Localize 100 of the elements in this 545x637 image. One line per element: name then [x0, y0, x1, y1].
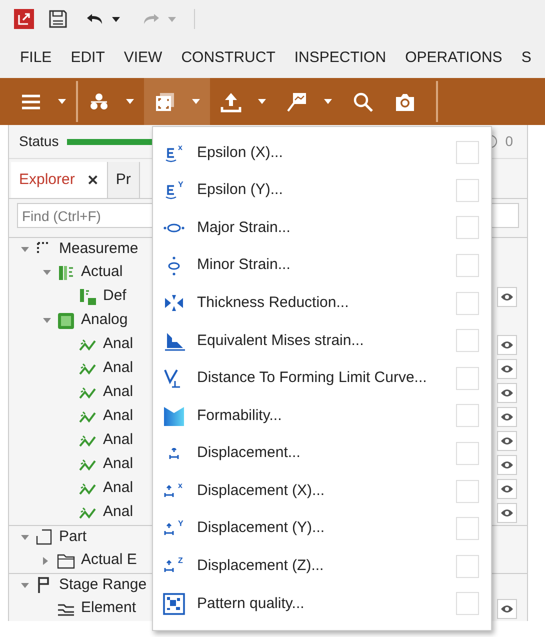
menu-bar-item[interactable]: OPERATIONS — [405, 46, 502, 70]
bars-grid-icon — [79, 288, 97, 306]
eye-toggle[interactable] — [497, 382, 517, 402]
dropdown-menu-item[interactable]: Major Strain... — [153, 209, 491, 247]
expand-caret-icon[interactable] — [21, 246, 29, 252]
dropdown-menu-item[interactable]: Minor Strain... — [153, 246, 491, 284]
tree-item-label[interactable]: Anal — [103, 405, 134, 428]
tree-item-label[interactable]: Anal — [103, 381, 134, 404]
tree-item-label[interactable]: Anal — [103, 477, 134, 500]
expand-caret-icon[interactable] — [43, 318, 51, 323]
tree-item-label[interactable]: Anal — [103, 333, 134, 356]
eye-icon — [500, 460, 514, 470]
eye-icon — [500, 412, 514, 422]
tree-item-label[interactable]: Analog — [81, 309, 128, 332]
eye-icon — [500, 436, 514, 446]
dropdown-menu-item[interactable]: Distance To Forming Limit Curve... — [153, 360, 491, 398]
panel-tab[interactable]: Explorer ✕ — [11, 162, 108, 198]
circle-arc-icon — [490, 135, 498, 148]
undo-arrow-icon — [86, 12, 104, 26]
bars-icon — [57, 264, 75, 282]
dropdown-menu-item[interactable]: Thickness Reduction... — [153, 284, 491, 322]
tree-item-label[interactable]: Actual — [81, 261, 123, 284]
pattern-grid-icon — [163, 592, 185, 615]
tree-item-label[interactable]: Anal — [103, 501, 134, 524]
eye-toggle[interactable] — [497, 454, 517, 474]
tree-item-label[interactable]: Def — [103, 285, 126, 308]
dropdown-menu-item[interactable]: Pattern quality... — [153, 585, 491, 623]
dropdown-menu-item[interactable]: Equivalent Mises strain... — [153, 322, 491, 360]
tree-item-label[interactable]: Stage Range — [59, 574, 147, 596]
eye-toggle[interactable] — [497, 478, 517, 498]
eye-icon — [500, 508, 514, 518]
dots-icon — [88, 90, 110, 112]
tree-item-label[interactable]: Anal — [103, 453, 134, 476]
dropdown-menu-item[interactable]: Formability... — [153, 397, 491, 435]
tree-item-label[interactable]: Anal — [103, 429, 134, 452]
tree-item-label[interactable]: Anal — [103, 357, 134, 380]
square-frame-icon — [57, 312, 75, 330]
checkbox[interactable] — [456, 254, 479, 278]
eye-icon — [500, 340, 514, 350]
displacement-icon — [169, 448, 179, 460]
toolbar-button[interactable] — [144, 78, 210, 125]
menu-bar-item[interactable]: INSPECTION — [294, 46, 386, 70]
expand-caret-icon[interactable] — [21, 534, 29, 540]
dropdown-menu-item[interactable]: Z Displacement (Z)... — [153, 548, 491, 586]
menu-bar-item[interactable]: VIEW — [124, 46, 162, 70]
status-count: 0 — [505, 132, 513, 151]
eye-icon — [500, 484, 514, 494]
eye-toggle[interactable] — [497, 358, 517, 378]
checkbox[interactable] — [456, 404, 479, 428]
search-icon — [352, 90, 374, 112]
dropdown-menu-item[interactable]: x Epsilon (X)... — [153, 134, 491, 172]
checkbox[interactable] — [456, 178, 479, 202]
eye-toggle[interactable] — [497, 598, 517, 618]
folder-icon — [57, 552, 75, 570]
checkbox[interactable] — [456, 292, 479, 315]
checkbox[interactable] — [456, 141, 479, 164]
gradient-shape-icon — [163, 404, 185, 427]
tree-item-label[interactable]: Actual E — [81, 549, 137, 572]
eye-icon — [500, 292, 514, 302]
menu-bar-item[interactable]: EDIT — [70, 46, 105, 70]
checkbox[interactable] — [456, 517, 479, 540]
chart-flag-icon — [286, 90, 308, 112]
checkbox[interactable] — [456, 366, 479, 390]
dropdown-menu-item[interactable]: Y Displacement (Y)... — [153, 510, 491, 548]
tree-item-label[interactable]: Measureme — [59, 238, 138, 260]
eye-toggle[interactable] — [497, 430, 517, 450]
eye-icon — [500, 388, 514, 398]
menu-bar-item[interactable]: FILE — [20, 46, 52, 70]
tree-item-label[interactable]: Part — [59, 526, 87, 548]
checkbox[interactable] — [456, 480, 479, 503]
eye-icon — [500, 604, 514, 614]
dropdown-menu-item[interactable]: x Displacement (X)... — [153, 472, 491, 510]
bracket-icon — [35, 528, 53, 546]
eye-icon — [500, 364, 514, 374]
expand-caret-icon[interactable] — [43, 556, 48, 564]
eye-toggle[interactable] — [497, 406, 517, 426]
tree-item-label[interactable]: Element — [81, 597, 136, 620]
expand-caret-icon[interactable] — [21, 582, 29, 588]
checkbox[interactable] — [456, 592, 479, 616]
frame-icon — [154, 90, 176, 112]
app-logo-icon[interactable] — [14, 9, 34, 29]
expand-caret-icon[interactable] — [43, 270, 51, 275]
menu-bar-item[interactable]: CONSTRUCT — [181, 46, 276, 70]
caret-icon[interactable] — [112, 16, 120, 22]
upload-icon — [220, 90, 242, 112]
eye-toggle[interactable] — [497, 502, 517, 522]
checkbox[interactable] — [456, 442, 479, 466]
save-icon[interactable] — [48, 9, 68, 29]
checkbox[interactable] — [456, 329, 479, 352]
menu-bar-item[interactable]: S — [521, 46, 532, 70]
redo-arrow-icon — [142, 12, 160, 26]
close-icon[interactable]: ✕ — [86, 170, 99, 190]
dropdown-menu-item[interactable]: Displacement... — [153, 434, 491, 472]
checkbox[interactable] — [456, 554, 479, 578]
eye-toggle[interactable] — [497, 334, 517, 354]
eye-toggle[interactable] — [497, 286, 517, 306]
dropdown-menu-item[interactable]: Y Epsilon (Y)... — [153, 172, 491, 210]
status-label: Status — [19, 132, 59, 151]
checkbox[interactable] — [456, 216, 479, 240]
panel-tab[interactable]: Pr — [108, 162, 140, 198]
